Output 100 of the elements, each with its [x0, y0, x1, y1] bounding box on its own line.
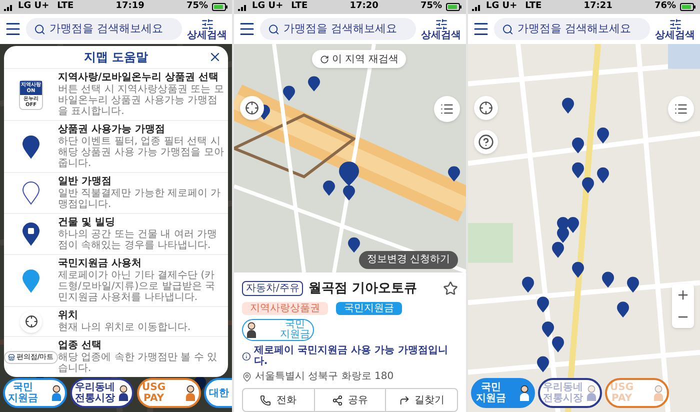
map-pin[interactable]: [522, 276, 534, 293]
map-pin[interactable]: [617, 302, 629, 318]
help-item-title: 상품권 사용가능 가맹점: [58, 124, 166, 136]
list-icon: [674, 102, 688, 116]
help-item-title: 국민지원금 사용처: [58, 258, 142, 270]
network-type: LTE: [525, 0, 542, 14]
chip-label: 대한: [209, 388, 229, 398]
map-pin[interactable]: [283, 86, 295, 101]
close-icon: [208, 50, 222, 64]
battery-percent: 76%: [654, 0, 676, 14]
menu-icon[interactable]: [4, 20, 22, 38]
search-field[interactable]: 가맹점을 검색해보세요: [260, 18, 416, 40]
menu-icon[interactable]: [472, 20, 490, 38]
map-pin[interactable]: [542, 322, 554, 338]
map-drawing[interactable]: [234, 44, 466, 272]
status-time: 17:20: [350, 0, 378, 14]
carrier-name: LG U+: [18, 0, 50, 14]
status-time: 17:19: [116, 0, 144, 14]
map-pin-icon: [22, 181, 40, 205]
crosshair-icon: [479, 101, 493, 115]
dialog-title: 지맵 도움말: [84, 49, 148, 66]
action-button[interactable]: 공유: [314, 389, 386, 411]
menu-icon[interactable]: [238, 20, 256, 38]
person-icon: [586, 385, 597, 401]
store-icon: [8, 354, 16, 360]
map-pin[interactable]: [567, 217, 579, 233]
zoom-in-icon[interactable]: [676, 288, 690, 302]
map-pin[interactable]: [582, 177, 594, 194]
filter-chip[interactable]: 국민 지원금: [3, 378, 67, 408]
crosshair-icon: [24, 315, 38, 328]
battery-percent: 75%: [186, 0, 208, 14]
notice-text: 제로페이 국민지원금 사용 가능 가맹점입니다.: [254, 345, 449, 367]
person-icon: [246, 322, 257, 338]
action-button[interactable]: 전화: [243, 389, 314, 411]
map-pin[interactable]: [562, 98, 574, 114]
star-icon[interactable]: [443, 280, 458, 296]
help-item-text: 하나의 공간 또는 건물 내 여러 가맹점이 속해있는 경우를 나타냅니다.: [58, 229, 218, 251]
filter-button[interactable]: 상세검색: [654, 18, 696, 40]
turn-arrow-icon: [398, 394, 410, 406]
status-time: 17:21: [584, 0, 612, 14]
category-tag: 자동차/주유: [242, 280, 304, 296]
map-pin[interactable]: [308, 76, 320, 92]
action-button[interactable]: 길찾기: [385, 389, 458, 411]
filter-button[interactable]: 상세검색: [420, 18, 462, 40]
chip-label: 우리동네 전통시장: [75, 382, 115, 404]
filter-chip[interactable]: 국민 지원금: [471, 378, 535, 408]
filter-chip[interactable]: 우리동네 전통시장: [70, 378, 134, 408]
map-pin[interactable]: [602, 272, 614, 288]
search-icon: [268, 22, 280, 36]
map-pin[interactable]: [448, 166, 460, 182]
chip-label: USG PAY: [610, 382, 634, 404]
map-pin[interactable]: [572, 262, 584, 278]
signal-icon: [4, 4, 14, 10]
search-field[interactable]: 가맹점을 검색해보세요: [494, 18, 650, 40]
map-pin[interactable]: [552, 242, 564, 258]
map-pin[interactable]: [537, 356, 549, 372]
person-icon: [51, 385, 62, 401]
voucher-tag: 지역사랑상품권: [242, 302, 328, 315]
info-icon: [242, 352, 251, 360]
map-pin[interactable]: [597, 128, 609, 144]
signal-icon: [472, 4, 482, 10]
badge-label: 지원금: [280, 330, 310, 340]
person-icon: [118, 385, 129, 401]
address-text: 서울특별시 성북구 화랑로 180: [255, 371, 394, 382]
rescan-button[interactable]: 이 지역 재검색: [312, 50, 406, 68]
sliders-icon: [200, 18, 214, 30]
map-pin[interactable]: [348, 237, 360, 253]
filter-button[interactable]: 상세검색: [186, 18, 228, 40]
edit-request-button[interactable]: 정보변경 신청하기: [358, 250, 458, 268]
help-item-title: 건물 및 빌딩: [58, 217, 116, 229]
help-item-text: 해당 업종에 속한 가맹점만 볼 수 있습니다.: [58, 352, 218, 374]
battery-icon: [680, 3, 696, 11]
network-type: LTE: [291, 0, 308, 14]
map-pin[interactable]: [572, 162, 584, 178]
chip-label: 국민 지원금: [8, 382, 38, 404]
map-pin[interactable]: [597, 167, 609, 184]
help-item-text: 현재 나의 위치로 이동합니다.: [58, 322, 191, 333]
share-icon: [332, 394, 343, 406]
help-item-title: 업종 선택: [58, 340, 102, 352]
help-item-text: 버튼 선택 시 지역사랑상품권 또는 모바일온누리 상품권 사용가능 가맹점을 표시합니다.: [58, 84, 224, 117]
help-item-title: 일반 가맹점: [58, 176, 112, 188]
map-pin[interactable]: [552, 336, 564, 352]
map-pin[interactable]: [572, 138, 584, 154]
search-field[interactable]: 가맹점을 검색해보세요: [26, 18, 182, 40]
help-item-title: 지역사랑/모바일온누리 상품권 선택: [58, 72, 220, 84]
close-button[interactable]: [208, 50, 222, 64]
help-item-text: 하단 이벤트 필터, 업종 필터 선택 시 해당 상품권 사용 가능 가맹점을 모아줍니다.: [58, 136, 224, 169]
map-pin[interactable]: [323, 180, 335, 196]
search-icon: [502, 22, 514, 36]
map-pin[interactable]: [627, 276, 639, 293]
sliders-icon: [434, 18, 448, 30]
sliders-icon: [668, 18, 682, 30]
map-drawing[interactable]: [468, 44, 700, 412]
map-pin[interactable]: [537, 296, 549, 313]
battery-icon: [212, 3, 228, 11]
map-pin[interactable]: [343, 185, 355, 200]
refresh-icon: [320, 54, 329, 64]
help-item-text: 일반 직불결제만 가능한 제로페이 가맹점입니다.: [58, 188, 222, 210]
help-item-title: 위치: [58, 310, 79, 322]
chip-label: 국민 지원금: [476, 382, 506, 404]
